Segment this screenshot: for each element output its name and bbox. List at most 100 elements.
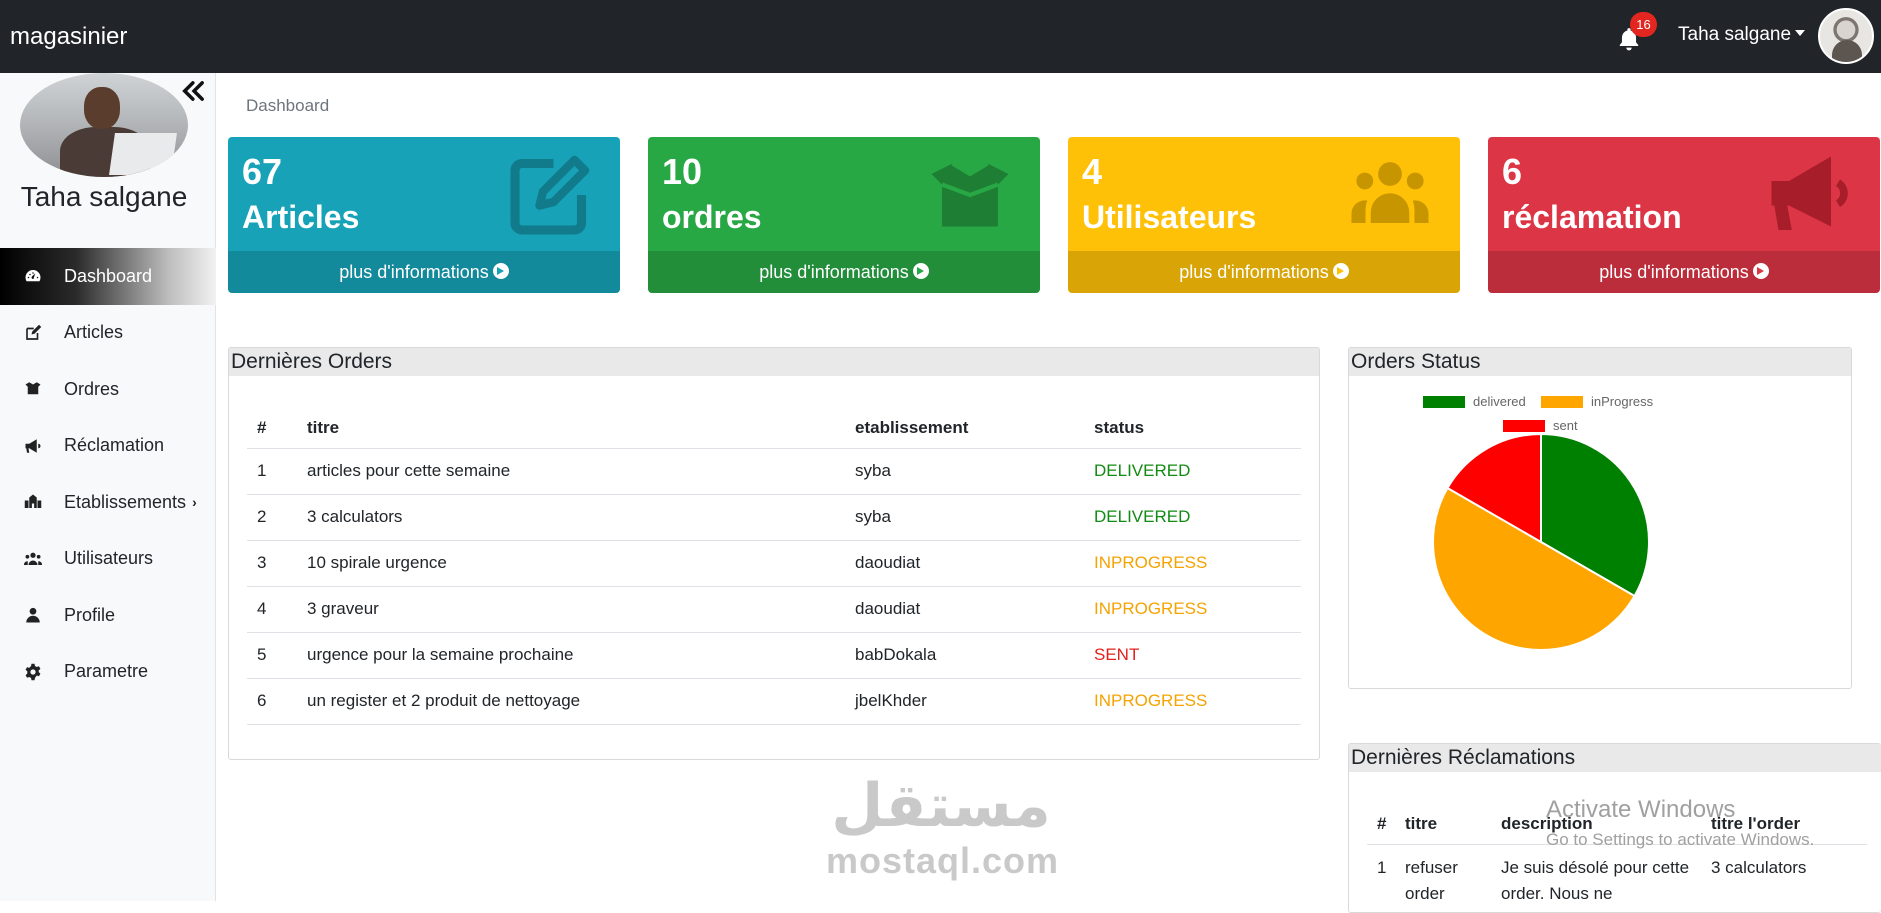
reclamation-title: refuser order: [1405, 857, 1458, 903]
order-etablissement: syba: [845, 494, 1084, 541]
sidebar-item-reclamation[interactable]: Réclamation: [0, 418, 216, 475]
status-badge: DELIVERED: [1084, 448, 1301, 495]
order-etablissement: syba: [845, 448, 1084, 495]
order-etablissement: daoudiat: [845, 586, 1084, 633]
stat-count: 4: [1082, 151, 1103, 192]
user-menu-toggle[interactable]: Taha salgane: [1678, 24, 1806, 46]
reclamation-id: 1: [1377, 857, 1387, 877]
stat-card-ordres: 10 ordres plus d'informations: [648, 137, 1040, 293]
order-etablissement: daoudiat: [845, 540, 1084, 587]
column-header: #: [1367, 804, 1395, 845]
order-title: un register et 2 produit de nettoyage: [297, 678, 845, 725]
sidebar: Taha salgane Dashboard Articles Ordres R…: [0, 73, 216, 901]
order-etablissement: jbelKhder: [845, 678, 1084, 725]
order-title: articles pour cette semaine: [297, 448, 845, 495]
panel-title: Orders Status: [1349, 348, 1851, 376]
table-row[interactable]: 3 10 spirale urgence daoudiat INPROGRESS: [247, 540, 1301, 587]
breadcrumb[interactable]: Dashboard: [246, 96, 329, 116]
sidebar-item-parametre[interactable]: Parametre: [0, 644, 216, 701]
table-row[interactable]: 5 urgence pour la semaine prochaine babD…: [247, 632, 1301, 679]
table-row[interactable]: 6 un register et 2 produit de nettoyage …: [247, 678, 1301, 725]
notification-badge: 16: [1630, 12, 1657, 37]
status-badge: DELIVERED: [1084, 494, 1301, 541]
sidebar-item-profile[interactable]: Profile: [0, 587, 216, 644]
users-icon: [1351, 162, 1429, 223]
status-badge: INPROGRESS: [1084, 586, 1301, 633]
users-icon: [24, 552, 42, 565]
sidebar-item-etablissements[interactable]: Etablissements ›: [0, 474, 216, 531]
table-row[interactable]: 1 refuser order Je suis désolé pour cett…: [1367, 844, 1867, 907]
sidebar-item-articles[interactable]: Articles: [0, 305, 216, 362]
panel-title: Dernières Réclamations: [1349, 744, 1881, 772]
profile-photo: [20, 73, 188, 177]
user-icon: [26, 608, 40, 623]
reclamation-description: Je suis désolé pour cette order. Nous ne: [1501, 857, 1690, 903]
sidebar-item-ordres[interactable]: Ordres: [0, 361, 216, 418]
stat-card-utilisateurs: 4 Utilisateurs plus d'informations: [1068, 137, 1460, 293]
tachometer-icon: [25, 270, 41, 282]
more-info-link[interactable]: plus d'informations: [1488, 251, 1880, 293]
sidebar-item-label: Réclamation: [64, 435, 165, 456]
user-menu-name: Taha salgane: [1678, 24, 1792, 45]
stat-card-reclamation: 6 réclamation plus d'informations: [1488, 137, 1880, 293]
school-icon: [24, 494, 42, 509]
more-info-label: plus d'informations: [339, 262, 489, 282]
more-info-link[interactable]: plus d'informations: [1068, 251, 1460, 293]
bullhorn-icon: [1771, 156, 1848, 230]
table-row[interactable]: 1 articles pour cette semaine syba DELIV…: [247, 448, 1301, 495]
sidebar-item-label: Ordres: [64, 378, 120, 399]
top-navbar: magasinier 16 Taha salgane: [0, 0, 1881, 73]
arrow-circle-right-icon: [492, 263, 509, 280]
more-info-label: plus d'informations: [1599, 262, 1749, 282]
order-title: 10 spirale urgence: [297, 540, 845, 587]
sidebar-item-label: Dashboard: [64, 265, 153, 286]
panel-title: Dernières Orders: [229, 348, 1319, 376]
column-header: #: [247, 408, 297, 449]
status-badge: INPROGRESS: [1084, 540, 1301, 587]
cog-icon: [25, 663, 41, 680]
stat-count: 67: [242, 151, 283, 192]
recent-orders-panel: Dernières Orders # titre etablissement s…: [228, 347, 1320, 760]
activate-windows-title: Activate Windows: [1546, 796, 1736, 823]
avatar[interactable]: [1818, 8, 1874, 64]
sidebar-item-label: Articles: [64, 322, 124, 343]
stat-label: ordres: [662, 199, 762, 235]
table-row[interactable]: 4 3 graveur daoudiat INPROGRESS: [247, 586, 1301, 633]
chevron-right-icon: ›: [192, 494, 197, 511]
order-id: 1: [247, 448, 297, 495]
sidebar-item-dashboard[interactable]: Dashboard: [0, 248, 216, 305]
stat-card-articles: 67 Articles plus d'informations: [228, 137, 620, 293]
sidebar-item-label: Parametre: [64, 661, 149, 682]
stat-label: réclamation: [1502, 199, 1682, 235]
order-title: urgence pour la semaine prochaine: [297, 632, 845, 679]
more-info-label: plus d'informations: [1179, 262, 1329, 282]
more-info-link[interactable]: plus d'informations: [228, 251, 620, 293]
column-header: etablissement: [845, 408, 1084, 449]
sidebar-item-label: Profile: [64, 604, 116, 625]
brand-title[interactable]: magasinier: [10, 23, 127, 51]
more-info-label: plus d'informations: [759, 262, 909, 282]
order-id: 4: [247, 586, 297, 633]
more-info-link[interactable]: plus d'informations: [648, 251, 1040, 293]
order-title: 3 calculators: [297, 494, 845, 541]
mostaql-watermark: مستقل mostaql.com: [826, 772, 1060, 882]
double-chevron-left-icon[interactable]: [180, 77, 208, 105]
watermark-logo-text: mostaql.com: [826, 840, 1060, 881]
order-id: 3: [247, 540, 297, 587]
edit-icon: [510, 155, 590, 235]
stat-label: Articles: [242, 199, 360, 235]
bullhorn-icon: [25, 439, 41, 453]
stat-count: 6: [1502, 151, 1523, 192]
sidebar-nav: Dashboard Articles Ordres Réclamation Et…: [0, 248, 216, 700]
arrow-circle-right-icon: [1332, 263, 1349, 280]
sidebar-item-utilisateurs[interactable]: Utilisateurs: [0, 531, 216, 588]
status-badge: INPROGRESS: [1084, 678, 1301, 725]
status-badge: SENT: [1084, 632, 1301, 679]
sidebar-item-label: Utilisateurs: [64, 548, 154, 569]
table-row[interactable]: 2 3 calculators syba DELIVERED: [247, 494, 1301, 541]
order-id: 5: [247, 632, 297, 679]
stat-label: Utilisateurs: [1082, 199, 1257, 235]
caret-down-icon: [1795, 29, 1806, 36]
edit-icon: [26, 324, 42, 340]
column-header: status: [1084, 408, 1301, 449]
